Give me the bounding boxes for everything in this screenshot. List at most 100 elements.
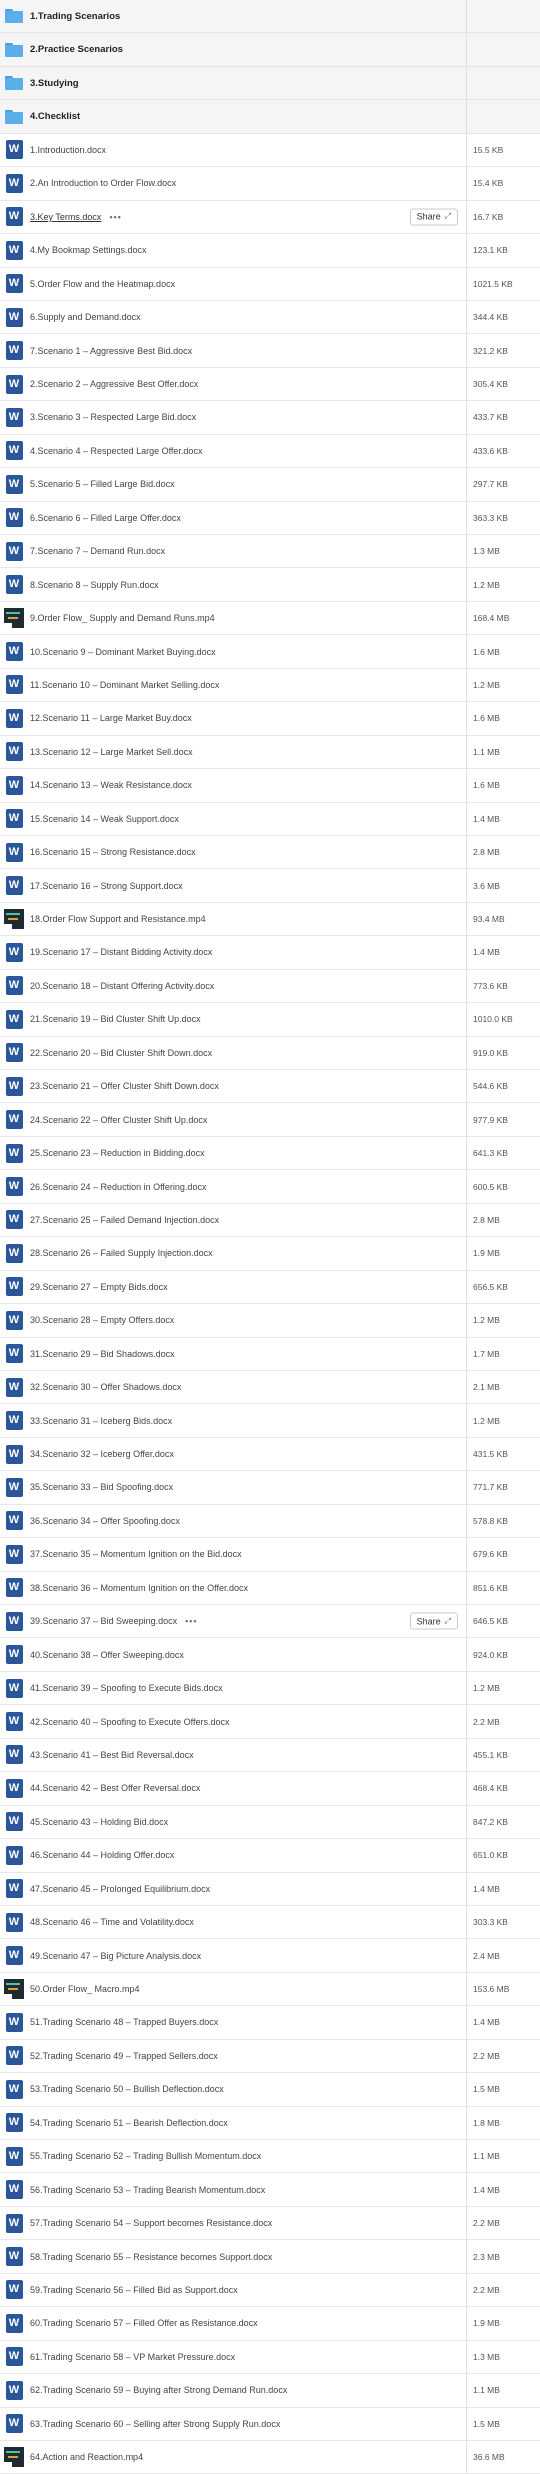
file-name[interactable]: 42.Scenario 40 – Spoofing to Execute Off…	[30, 1717, 229, 1727]
file-row[interactable]: W 49.Scenario 47 – Big Picture Analysis.d…	[0, 1939, 540, 1973]
file-row[interactable]: W 10.Scenario 9 – Dominant Market Buying.…	[0, 635, 540, 669]
file-name[interactable]: 13.Scenario 12 – Large Market Sell.docx	[30, 747, 193, 757]
file-name[interactable]: 5.Order Flow and the Heatmap.docx	[30, 279, 175, 289]
file-name[interactable]: 39.Scenario 37 – Bid Sweeping.docx	[30, 1616, 177, 1626]
file-row[interactable]: W 3.Scenario 3 – Respected Large Bid.docx…	[0, 401, 540, 435]
file-row[interactable]: W 4.Scenario 4 – Respected Large Offer.do…	[0, 434, 540, 469]
file-name[interactable]: 10.Scenario 9 – Dominant Market Buying.d…	[30, 647, 216, 657]
file-name[interactable]: 37.Scenario 35 – Momentum Ignition on th…	[30, 1549, 242, 1559]
file-row[interactable]: W 61.Trading Scenario 58 – VP Market Pres…	[0, 2340, 540, 2375]
file-name[interactable]: 30.Scenario 28 – Empty Offers.docx	[30, 1315, 174, 1325]
file-row[interactable]: W 45.Scenario 43 – Holding Bid.docx 847.2 …	[0, 1805, 540, 1840]
file-row[interactable]: 9.Order Flow_ Supply and Demand Runs.mp4…	[0, 601, 540, 636]
file-name[interactable]: 20.Scenario 18 – Distant Offering Activi…	[30, 981, 214, 991]
file-row[interactable]: W 34.Scenario 32 – Iceberg Offer.docx 431.…	[0, 1437, 540, 1472]
file-name[interactable]: 56.Trading Scenario 53 – Trading Bearish…	[30, 2185, 265, 2195]
file-name[interactable]: 35.Scenario 33 – Bid Spoofing.docx	[30, 1482, 173, 1492]
file-row[interactable]: W 39.Scenario 37 – Bid Sweeping.docx ••• Sh…	[0, 1605, 540, 1639]
file-row[interactable]: W 6.Supply and Demand.docx 344.4 KB	[0, 300, 540, 335]
file-name[interactable]: 23.Scenario 21 – Offer Cluster Shift Dow…	[30, 1081, 219, 1091]
file-name[interactable]: 34.Scenario 32 – Iceberg Offer.docx	[30, 1449, 174, 1459]
file-name[interactable]: 8.Scenario 8 – Supply Run.docx	[30, 580, 159, 590]
file-row[interactable]: W 1.Introduction.docx 15.5 KB	[0, 133, 540, 168]
file-name[interactable]: 1.Introduction.docx	[30, 145, 106, 155]
file-name[interactable]: 21.Scenario 19 – Bid Cluster Shift Up.do…	[30, 1014, 201, 1024]
file-name[interactable]: 48.Scenario 46 – Time and Volatility.doc…	[30, 1917, 194, 1927]
file-name[interactable]: 14.Scenario 13 – Weak Resistance.docx	[30, 780, 192, 790]
more-options-icon[interactable]: •••	[109, 212, 121, 222]
file-name[interactable]: 44.Scenario 42 – Best Offer Reversal.doc…	[30, 1783, 200, 1793]
file-name[interactable]: 2.An Introduction to Order Flow.docx	[30, 178, 176, 188]
file-name[interactable]: 27.Scenario 25 – Failed Demand Injection…	[30, 1215, 219, 1225]
file-row[interactable]: W 5.Scenario 5 – Filled Large Bid.docx 297…	[0, 468, 540, 502]
file-row[interactable]: W 56.Trading Scenario 53 – Trading Bearis…	[0, 2173, 540, 2207]
file-name[interactable]: 50.Order Flow_ Macro.mp4	[30, 1984, 140, 1994]
file-row[interactable]: W 2.An Introduction to Order Flow.docx 15.…	[0, 167, 540, 201]
file-name[interactable]: 19.Scenario 17 – Distant Bidding Activit…	[30, 947, 212, 957]
file-name[interactable]: 17.Scenario 16 – Strong Support.docx	[30, 881, 183, 891]
file-row[interactable]: W 46.Scenario 44 – Holding Offer.docx 651.…	[0, 1839, 540, 1873]
file-name[interactable]: 62.Trading Scenario 59 – Buying after St…	[30, 2385, 287, 2395]
file-name[interactable]: 51.Trading Scenario 48 – Trapped Buyers.…	[30, 2017, 218, 2027]
file-name[interactable]: 41.Scenario 39 – Spoofing to Execute Bid…	[30, 1683, 223, 1693]
file-row[interactable]: W 27.Scenario 25 – Failed Demand Injectio…	[0, 1203, 540, 1238]
share-button[interactable]: Share ⤢	[409, 208, 458, 226]
file-name[interactable]: 54.Trading Scenario 51 – Bearish Deflect…	[30, 2118, 228, 2128]
file-row[interactable]: W 40.Scenario 38 – Offer Sweeping.docx 924…	[0, 1638, 540, 1672]
file-row[interactable]: W 48.Scenario 46 – Time and Volatility.do…	[0, 1905, 540, 1940]
file-row[interactable]: W 60.Trading Scenario 57 – Filled Offer a…	[0, 2307, 540, 2341]
file-row[interactable]: W 12.Scenario 11 – Large Market Buy.docx 1…	[0, 702, 540, 736]
file-row[interactable]: W 28.Scenario 26 – Failed Supply Injectio…	[0, 1237, 540, 1271]
file-row[interactable]: W 47.Scenario 45 – Prolonged Equilibrium.…	[0, 1872, 540, 1906]
file-name[interactable]: 33.Scenario 31 – Iceberg Bids.docx	[30, 1416, 172, 1426]
file-row[interactable]: W 25.Scenario 23 – Reduction in Bidding.d…	[0, 1136, 540, 1171]
file-row[interactable]: W 17.Scenario 16 – Strong Support.docx 3.6…	[0, 869, 540, 903]
file-row[interactable]: W 19.Scenario 17 – Distant Bidding Activi…	[0, 936, 540, 970]
more-options-icon[interactable]: •••	[185, 1616, 197, 1626]
file-name[interactable]: 40.Scenario 38 – Offer Sweeping.docx	[30, 1650, 184, 1660]
file-row[interactable]: W 22.Scenario 20 – Bid Cluster Shift Down…	[0, 1036, 540, 1070]
file-name[interactable]: 6.Scenario 6 – Filled Large Offer.docx	[30, 513, 181, 523]
file-row[interactable]: W 43.Scenario 41 – Best Bid Reversal.docx…	[0, 1738, 540, 1773]
file-name[interactable]: 63.Trading Scenario 60 – Selling after S…	[30, 2419, 280, 2429]
share-button[interactable]: Share ⤢	[409, 1612, 458, 1630]
file-row[interactable]: 64.Action and Reaction.mp4 36.6 MB	[0, 2440, 540, 2474]
file-name[interactable]: 26.Scenario 24 – Reduction in Offering.d…	[30, 1182, 206, 1192]
file-name[interactable]: 59.Trading Scenario 56 – Filled Bid as S…	[30, 2285, 238, 2295]
file-name[interactable]: 11.Scenario 10 – Dominant Market Selling…	[30, 680, 219, 690]
file-row[interactable]: 50.Order Flow_ Macro.mp4 153.6 MB	[0, 1972, 540, 2007]
file-row[interactable]: W 15.Scenario 14 – Weak Support.docx 1.4 M…	[0, 802, 540, 836]
file-row[interactable]: W 30.Scenario 28 – Empty Offers.docx 1.2 M…	[0, 1304, 540, 1338]
file-row[interactable]: W 29.Scenario 27 – Empty Bids.docx 656.5 K…	[0, 1270, 540, 1305]
file-row[interactable]: W 8.Scenario 8 – Supply Run.docx 1.2 MB	[0, 568, 540, 602]
file-name[interactable]: 25.Scenario 23 – Reduction in Bidding.do…	[30, 1148, 205, 1158]
file-row[interactable]: W 7.Scenario 1 – Aggressive Best Bid.docx…	[0, 334, 540, 368]
file-row[interactable]: W 6.Scenario 6 – Filled Large Offer.docx 3…	[0, 501, 540, 535]
folder-row[interactable]: 1.Trading Scenarios	[0, 0, 540, 34]
file-name[interactable]: 24.Scenario 22 – Offer Cluster Shift Up.…	[30, 1115, 207, 1125]
file-row[interactable]: W 14.Scenario 13 – Weak Resistance.docx 1.…	[0, 769, 540, 803]
file-name[interactable]: 4.Scenario 4 – Respected Large Offer.doc…	[30, 446, 202, 456]
file-name[interactable]: 49.Scenario 47 – Big Picture Analysis.do…	[30, 1951, 201, 1961]
file-row[interactable]: W 52.Trading Scenario 49 – Trapped Seller…	[0, 2039, 540, 2074]
file-name[interactable]: 36.Scenario 34 – Offer Spoofing.docx	[30, 1516, 180, 1526]
file-name[interactable]: 5.Scenario 5 – Filled Large Bid.docx	[30, 479, 175, 489]
file-row[interactable]: W 44.Scenario 42 – Best Offer Reversal.do…	[0, 1772, 540, 1806]
file-name[interactable]: 64.Action and Reaction.mp4	[30, 2452, 143, 2462]
file-name[interactable]: 38.Scenario 36 – Momentum Ignition on th…	[30, 1583, 248, 1593]
file-name[interactable]: 4.My Bookmap Settings.docx	[30, 245, 147, 255]
file-name[interactable]: 15.Scenario 14 – Weak Support.docx	[30, 814, 179, 824]
file-row[interactable]: W 20.Scenario 18 – Distant Offering Activ…	[0, 969, 540, 1004]
file-row[interactable]: W 36.Scenario 34 – Offer Spoofing.docx 578…	[0, 1504, 540, 1539]
file-name[interactable]: 28.Scenario 26 – Failed Supply Injection…	[30, 1248, 213, 1258]
file-name[interactable]: 46.Scenario 44 – Holding Offer.docx	[30, 1850, 174, 1860]
file-row[interactable]: W 59.Trading Scenario 56 – Filled Bid as …	[0, 2273, 540, 2308]
file-name[interactable]: 52.Trading Scenario 49 – Trapped Sellers…	[30, 2051, 218, 2061]
file-name[interactable]: 61.Trading Scenario 58 – VP Market Press…	[30, 2352, 235, 2362]
file-name[interactable]: 45.Scenario 43 – Holding Bid.docx	[30, 1817, 168, 1827]
file-row[interactable]: W 11.Scenario 10 – Dominant Market Sellin…	[0, 668, 540, 703]
file-row[interactable]: W 57.Trading Scenario 54 – Support become…	[0, 2206, 540, 2241]
file-row[interactable]: W 4.My Bookmap Settings.docx 123.1 KB	[0, 234, 540, 268]
file-name[interactable]: 55.Trading Scenario 52 – Trading Bullish…	[30, 2151, 261, 2161]
file-row[interactable]: W 31.Scenario 29 – Bid Shadows.docx 1.7 MB	[0, 1337, 540, 1371]
